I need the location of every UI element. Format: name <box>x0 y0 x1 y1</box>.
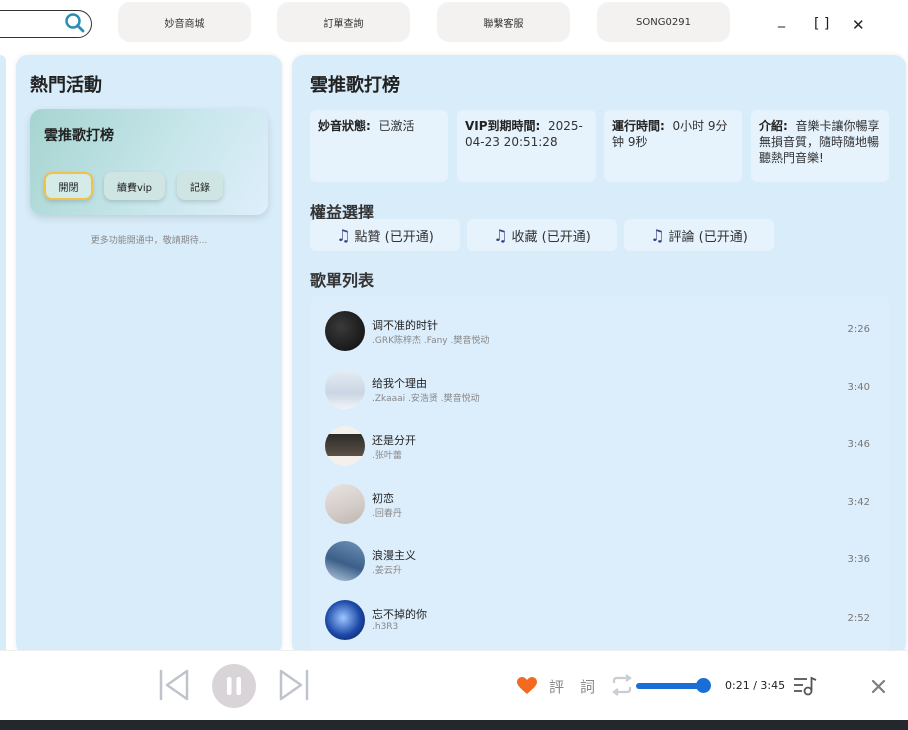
tab-orders[interactable]: 訂單查詢 <box>277 2 410 42</box>
song-row[interactable]: 还是分开 .张叶蕾 3:46 <box>310 418 890 474</box>
album-cover <box>325 541 365 581</box>
song-artist: .张叶蕾 <box>372 451 402 461</box>
repeat-icon[interactable] <box>610 674 634 696</box>
song-title: 初恋 <box>372 492 394 505</box>
album-cover <box>325 426 365 466</box>
heart-icon[interactable] <box>517 677 537 695</box>
song-row[interactable]: 调不准的时针 .GRK陈梓杰 .Fany .樊音悦动 2:26 <box>310 303 890 359</box>
song-duration: 2:26 <box>847 324 870 335</box>
pause-icon[interactable] <box>211 663 257 709</box>
song-row[interactable]: 浪漫主义 .姜云升 3:36 <box>310 533 890 589</box>
promo-title: 雲推歌打榜 <box>44 128 114 144</box>
close-player-icon[interactable] <box>871 679 886 694</box>
music-note-icon: ♫ <box>336 225 351 245</box>
tab-store[interactable]: 妙音商城 <box>118 2 251 42</box>
vip-expiry-card: VIP到期時間: 2025-04-23 20:51:28 <box>457 110 596 182</box>
close-button[interactable]: ✕ <box>852 16 865 34</box>
perm-label: 評論 (已开通) <box>668 229 748 245</box>
playlist-icon[interactable] <box>793 675 817 697</box>
song-artist: .姜云升 <box>372 566 402 576</box>
song-duration: 3:40 <box>847 382 870 393</box>
perm-collect-button[interactable]: ♫ 收藏 (已开通) <box>467 219 617 251</box>
status-label: 妙音狀態: <box>318 119 371 133</box>
song-list: 调不准的时针 .GRK陈梓杰 .Fany .樊音悦动 2:26 给我个理由 .Z… <box>310 296 890 656</box>
song-artist: .GRK陈梓杰 .Fany .樊音悦动 <box>372 336 490 346</box>
promo-card: 雲推歌打榜 開閉 續費vip 記錄 <box>30 109 268 215</box>
vip-label: VIP到期時間: <box>465 119 541 133</box>
album-cover <box>325 484 365 524</box>
hot-activities-title: 熱門活動 <box>30 75 102 96</box>
playlist-title: 歌單列表 <box>310 271 375 290</box>
side-edge <box>0 55 6 655</box>
records-button[interactable]: 記錄 <box>177 172 223 200</box>
song-title: 调不准的时针 <box>372 319 438 332</box>
next-icon[interactable] <box>278 668 310 702</box>
intro-label: 介紹: <box>759 119 788 133</box>
song-artist: .h3R3 <box>372 622 399 632</box>
song-duration: 2:52 <box>847 613 870 624</box>
album-cover <box>325 311 365 351</box>
song-duration: 3:42 <box>847 497 870 508</box>
more-coming-text: 更多功能開通中，敬請期待... <box>90 236 208 246</box>
maximize-button[interactable]: [ ] <box>814 16 829 32</box>
time-display: 0:21 / 3:45 <box>725 679 786 692</box>
song-title: 浪漫主义 <box>372 549 416 562</box>
status-value: 已激活 <box>378 119 415 133</box>
song-title: 忘不掉的你 <box>372 608 427 621</box>
song-artist: .Zkaaai .安浩贤 .樊音悦动 <box>372 394 480 404</box>
minimize-button[interactable]: _ <box>778 12 785 28</box>
previous-icon[interactable] <box>158 668 190 702</box>
taskbar-strip <box>0 720 908 730</box>
song-title: 还是分开 <box>372 434 416 447</box>
song-title: 给我个理由 <box>372 377 427 390</box>
album-cover <box>325 600 365 640</box>
top-bar: 妙音商城 訂單查詢 聯繫客服 SONG0291 _ [ ] ✕ <box>0 0 908 52</box>
perm-like-button[interactable]: ♫ 點贊 (已开通) <box>310 219 460 251</box>
song-row[interactable]: 给我个理由 .Zkaaai .安浩贤 .樊音悦动 3:40 <box>310 361 890 417</box>
status-card: 妙音狀態: 已激活 <box>310 110 448 182</box>
comment-button[interactable]: 評 <box>549 676 564 697</box>
song-duration: 3:46 <box>847 439 870 450</box>
perm-label: 收藏 (已开通) <box>511 229 591 245</box>
song-artist: .回春丹 <box>372 509 402 519</box>
intro-card: 介紹: 音樂卡讓你暢享無損音質，隨時隨地暢聽熱門音樂! <box>751 110 889 182</box>
song-duration: 3:36 <box>847 554 870 565</box>
music-note-icon: ♫ <box>493 225 508 245</box>
tab-support[interactable]: 聯繫客服 <box>437 2 570 42</box>
search-icon[interactable] <box>64 12 86 34</box>
lyrics-button[interactable]: 詞 <box>580 676 595 697</box>
perm-comment-button[interactable]: ♫ 評論 (已开通) <box>624 219 774 251</box>
main-title: 雲推歌打榜 <box>310 75 400 96</box>
music-note-icon: ♫ <box>650 225 665 245</box>
album-cover <box>325 369 365 409</box>
renew-vip-button[interactable]: 續費vip <box>104 172 165 200</box>
song-row[interactable]: 忘不掉的你 .h3R3 2:52 <box>310 592 890 648</box>
runtime-label: 運行時間: <box>612 119 665 133</box>
runtime-card: 運行時間: 0小时 9分钟 9秒 <box>604 110 742 182</box>
progress-handle[interactable] <box>695 678 711 693</box>
tab-account[interactable]: SONG0291 <box>597 2 730 42</box>
toggle-button[interactable]: 開閉 <box>44 172 93 200</box>
song-row[interactable]: 初恋 .回春丹 3:42 <box>310 476 890 532</box>
perm-label: 點贊 (已开通) <box>354 229 434 245</box>
